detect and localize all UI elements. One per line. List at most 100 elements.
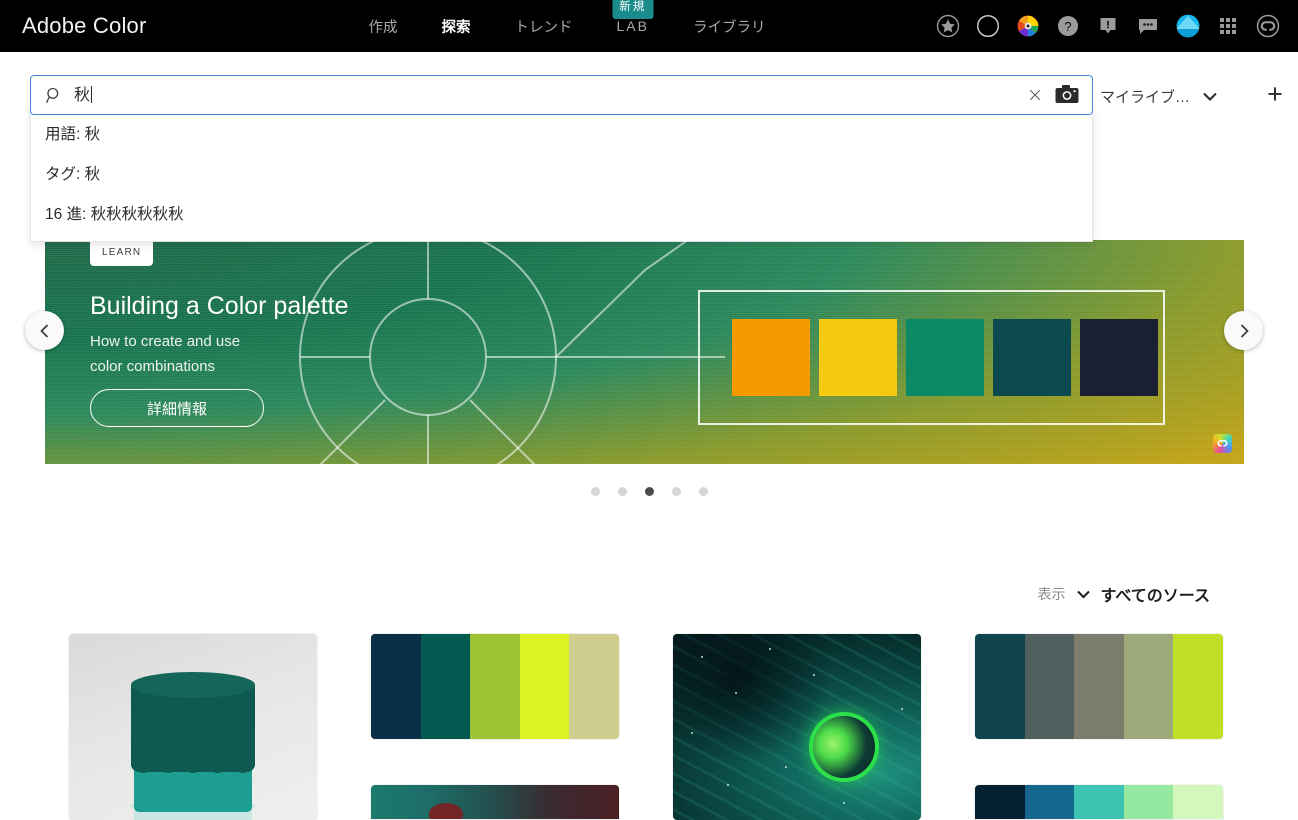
palette-swatch[interactable] [1074,785,1124,819]
palette-swatch[interactable] [371,634,421,739]
filter-row: 表示 すべてのソース [0,582,1298,620]
help-question-icon[interactable]: ? [1056,14,1080,38]
palette-swatch[interactable] [1024,634,1075,739]
suggestion-tag[interactable]: タグ: 秋 [31,153,1092,193]
hero-carousel: LEARN Building a Color palette How to cr… [0,200,1298,510]
nav-item-label: ライブラリ [692,19,766,36]
palette-swatch[interactable] [519,634,570,739]
app-grid-icon[interactable] [1216,14,1240,38]
creative-cloud-icon [1213,434,1232,453]
carousel-prev-button[interactable] [25,311,64,350]
search-input-value[interactable]: 秋 [74,86,1024,104]
clear-search-button[interactable] [1024,84,1046,106]
hero-swatch-group [698,290,1165,425]
camera-icon[interactable] [1054,82,1080,108]
palette-swatch[interactable] [1173,634,1223,739]
suggestion-label: 用語: 秋 [45,126,101,143]
carousel-dots [0,487,1298,496]
carousel-dot[interactable] [671,487,681,496]
nebula-photo [673,634,921,820]
hero-swatch[interactable] [1080,319,1158,396]
carousel-dot[interactable] [590,487,600,496]
results-grid [0,634,1298,820]
grid-column-4 [975,634,1223,819]
palette-swatch[interactable] [420,634,471,739]
chevron-left-icon [39,323,48,338]
hero-banner[interactable]: LEARN Building a Color palette How to cr… [45,240,1244,464]
carousel-dot-active[interactable] [644,487,654,496]
nav-item-label: 探索 [441,19,471,36]
suggestion-hex[interactable]: 16 進: 秋秋秋秋秋秋 [31,193,1092,233]
hero-subtitle-line1: How to create and use [90,333,241,350]
image-card-partial[interactable] [371,785,619,819]
nav-item-label: 作成 [368,19,398,36]
hero-swatch[interactable] [906,319,984,396]
carousel-dot[interactable] [617,487,627,496]
hero-subtitle: How to create and use color combinations [90,329,240,379]
palette-swatch[interactable] [1123,634,1174,739]
app-brand-title: Adobe Color [22,13,147,38]
hero-category-tag: LEARN [90,240,154,266]
palette-swatch[interactable] [975,634,1025,739]
suggestion-label: タグ: 秋 [45,166,101,183]
add-new-button[interactable]: + [1262,81,1288,108]
chevron-right-icon [1240,323,1249,338]
palette-card-3-partial[interactable] [975,785,1223,819]
hero-title: Building a Color palette [90,292,349,320]
source-filter[interactable]: 表示 すべてのソース [1038,582,1210,606]
hero-subtitle-line2: color combinations [90,358,216,375]
palette-swatches [371,634,619,739]
stool-lid [131,672,255,698]
stool-scallop-top [131,762,255,773]
nav-item-create[interactable]: 作成 [347,0,420,52]
palette-card-1[interactable] [371,634,619,739]
palette-swatch[interactable] [1173,785,1223,819]
nav-item-label: LAB [616,18,649,34]
carousel-next-button[interactable] [1224,311,1263,350]
suggestion-term[interactable]: 用語: 秋 [31,113,1092,153]
chat-bubble-icon[interactable] [1136,14,1160,38]
suggestion-label: 16 進: 秋秋秋秋秋秋 [45,206,184,223]
search-row: 秋 マイライブ… + [0,52,1298,115]
palette-swatch[interactable] [975,785,1025,819]
palette-swatch[interactable] [1123,785,1174,819]
star-badge-icon[interactable] [936,14,960,38]
grid-column-3 [673,634,921,820]
user-avatar-icon[interactable] [1176,14,1200,38]
palette-swatch[interactable] [1024,785,1075,819]
chevron-down-icon [1203,92,1217,101]
search-suggestions-dropdown: 用語: 秋 タグ: 秋 16 進: 秋秋秋秋秋秋 [30,104,1093,242]
hero-learn-more-button[interactable]: 詳細情報 [90,389,264,427]
hero-swatch[interactable] [993,319,1071,396]
palette-swatch[interactable] [569,634,619,739]
nav-item-lab[interactable]: 新規 LAB [595,0,671,52]
main-nav: 作成 探索 トレンド 新規 LAB ライブラリ [347,0,788,52]
partial-photo-subject [429,803,463,819]
palette-card-2[interactable] [975,634,1223,739]
hero-swatch[interactable] [819,319,897,396]
image-card-stool[interactable] [69,634,317,820]
color-wheel-icon[interactable] [1016,14,1040,38]
stool-photo [69,634,317,820]
hero-swatch[interactable] [732,319,810,396]
palette-swatch[interactable] [470,634,520,739]
library-selector-label: マイライブ… [1100,89,1191,106]
contrast-moon-icon[interactable] [976,14,1000,38]
top-navigation-bar: Adobe Color 作成 探索 トレンド 新規 LAB ライブラリ ? [0,0,1298,52]
creative-cloud-icon[interactable] [1256,14,1280,38]
notification-bell-icon[interactable] [1096,14,1120,38]
library-selector[interactable]: マイライブ… [1100,86,1217,107]
nav-item-label: トレンド [514,19,573,36]
text-caret [91,86,93,103]
palette-swatches [975,785,1223,819]
partial-photo [371,785,619,819]
grid-column-2 [371,634,619,819]
palette-swatch[interactable] [1074,634,1124,739]
chevron-down-icon [1076,590,1090,598]
image-card-nebula[interactable] [673,634,921,820]
carousel-dot[interactable] [698,487,708,496]
search-box[interactable]: 秋 [30,75,1093,115]
nav-item-libraries[interactable]: ライブラリ [671,0,788,52]
nav-item-explore[interactable]: 探索 [420,0,493,52]
nav-item-trends[interactable]: トレンド [493,0,595,52]
